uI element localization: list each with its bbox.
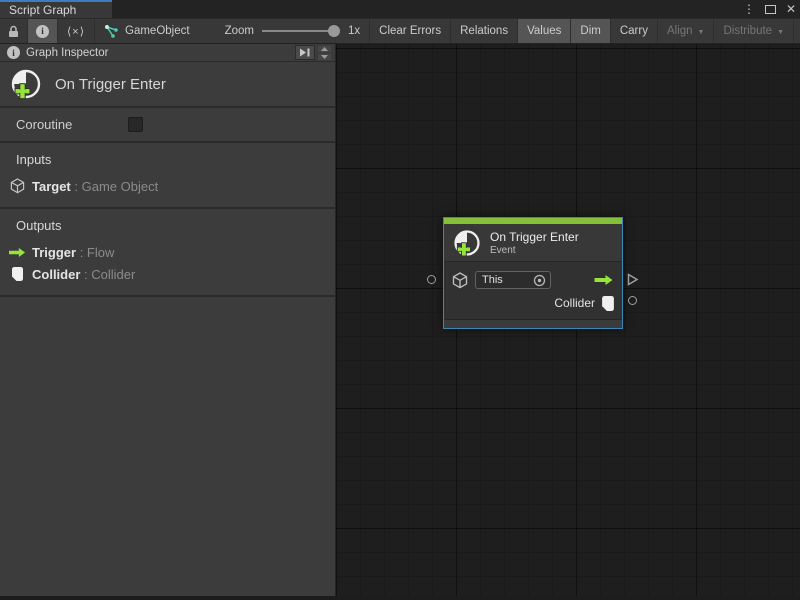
button-label: Dim (580, 25, 600, 37)
inspector-toggle-button[interactable]: i (28, 19, 58, 43)
port-name: Trigger (32, 245, 76, 260)
lock-icon (8, 25, 19, 38)
button-label: Relations (460, 25, 508, 37)
spin-up-button[interactable] (318, 46, 331, 52)
button-label: Carry (620, 25, 648, 37)
unit-title: On Trigger Enter (55, 76, 166, 93)
carry-button[interactable]: Carry (611, 19, 658, 43)
dim-button[interactable]: Dim (571, 19, 610, 43)
node-subtitle: Event (490, 245, 579, 256)
inputs-heading: Inputs (0, 152, 335, 167)
title-bar: Script Graph ⋮ ✕ (0, 0, 800, 18)
coroutine-row: Coroutine (0, 108, 335, 143)
collider-output-port[interactable] (628, 296, 637, 305)
tab-label: Script Graph (9, 3, 76, 17)
inspector-header-title: Graph Inspector (26, 47, 108, 59)
button-label: Clear Errors (379, 25, 441, 37)
node-header[interactable]: On Trigger Enter Event (444, 224, 622, 262)
graph-network-icon (104, 24, 119, 39)
collider-output-row: Collider (452, 293, 614, 313)
lock-button[interactable] (0, 19, 28, 43)
unity-script-graph-window: Script Graph ⋮ ✕ i ⟨×⟩ (0, 0, 800, 600)
port-name: Collider (32, 267, 80, 282)
list-item: Trigger : Flow (0, 241, 335, 263)
values-button[interactable]: Values (518, 19, 571, 43)
collider-document-icon (12, 267, 23, 281)
target-input-port[interactable] (427, 275, 436, 284)
on-trigger-enter-node[interactable]: On Trigger Enter Event This (443, 217, 623, 329)
zoom-control: Zoom 1x (199, 19, 370, 43)
zoom-value: 1x (348, 25, 360, 37)
coroutine-checkbox[interactable] (128, 117, 143, 132)
target-object-field[interactable]: This (475, 271, 551, 289)
panel-spinner (318, 46, 331, 60)
target-input-row: This (452, 270, 614, 290)
button-label: Align (667, 25, 693, 37)
port-type: Flow (87, 245, 114, 260)
node-title: On Trigger Enter (490, 230, 579, 244)
chevron-down-icon: ▼ (777, 29, 784, 36)
inspector-unit-title: On Trigger Enter (0, 62, 335, 108)
port-type: Game Object (82, 179, 159, 194)
list-item: Collider : Collider (0, 263, 335, 285)
button-label: Distribute (723, 25, 772, 37)
align-button[interactable]: Align ▼ (658, 19, 715, 43)
zoom-slider[interactable] (262, 30, 338, 32)
outputs-heading: Outputs (0, 218, 335, 233)
close-icon[interactable]: ✕ (786, 0, 796, 18)
overview-button[interactable]: Overv (794, 19, 800, 43)
button-label: Values (527, 25, 561, 37)
graph-inspector-panel: i Graph Inspector (0, 44, 336, 596)
zoom-label: Zoom (225, 25, 254, 37)
tab-script-graph[interactable]: Script Graph (0, 0, 112, 18)
trigger-output-arrow-icon[interactable] (594, 274, 614, 286)
graph-owner[interactable]: GameObject (95, 19, 199, 43)
collider-output-label: Collider (554, 296, 595, 310)
port-name: Target (32, 179, 71, 194)
graph-toolbar: i ⟨×⟩ GameObject Zoom 1x Clear Errors (0, 18, 800, 44)
gameobject-cube-icon (10, 178, 25, 194)
dock-panel-button[interactable] (295, 45, 315, 60)
target-object-value: This (482, 274, 503, 286)
main-content: i Graph Inspector (0, 44, 800, 596)
window-menu-icon[interactable]: ⋮ (743, 0, 755, 18)
port-separator: : (71, 179, 82, 194)
outputs-section: Outputs Trigger : Flow (0, 209, 335, 297)
inspector-header: i Graph Inspector (0, 44, 335, 62)
distribute-button[interactable]: Distribute ▼ (714, 19, 794, 43)
graph-canvas[interactable]: On Trigger Enter Event This (336, 44, 800, 596)
gameobject-cube-icon (452, 272, 468, 289)
node-footer (444, 319, 622, 328)
dock-icon (299, 47, 311, 58)
info-icon: i (7, 46, 20, 59)
inspector-empty-area (0, 297, 335, 596)
port-separator: : (76, 245, 87, 260)
relations-button[interactable]: Relations (451, 19, 518, 43)
window-controls: ⋮ ✕ (743, 0, 796, 18)
event-icon (452, 228, 482, 258)
clear-errors-button[interactable]: Clear Errors (369, 19, 451, 43)
port-type: Collider (91, 267, 135, 282)
trigger-output-port[interactable] (626, 273, 639, 286)
code-preview-button[interactable]: ⟨×⟩ (58, 19, 95, 43)
event-icon (9, 67, 43, 101)
coroutine-label: Coroutine (16, 117, 72, 132)
port-separator: : (80, 267, 91, 282)
zoom-slider-handle[interactable] (328, 25, 340, 37)
inputs-section: Inputs Target : Game Object (0, 143, 335, 209)
node-body: This Collider (444, 262, 622, 319)
collider-document-icon (602, 296, 614, 311)
window-bottom-edge (0, 596, 800, 600)
gameobject-label: GameObject (125, 25, 190, 37)
code-icon: ⟨×⟩ (67, 25, 85, 38)
spin-down-button[interactable] (318, 54, 331, 60)
object-picker-icon[interactable] (533, 274, 546, 287)
chevron-down-icon: ▼ (698, 29, 705, 36)
maximize-icon[interactable] (765, 5, 776, 14)
triangle-up-icon (321, 47, 328, 51)
flow-arrow-icon (9, 247, 26, 258)
list-item: Target : Game Object (0, 175, 335, 197)
triangle-down-icon (321, 55, 328, 59)
info-icon: i (36, 25, 49, 38)
